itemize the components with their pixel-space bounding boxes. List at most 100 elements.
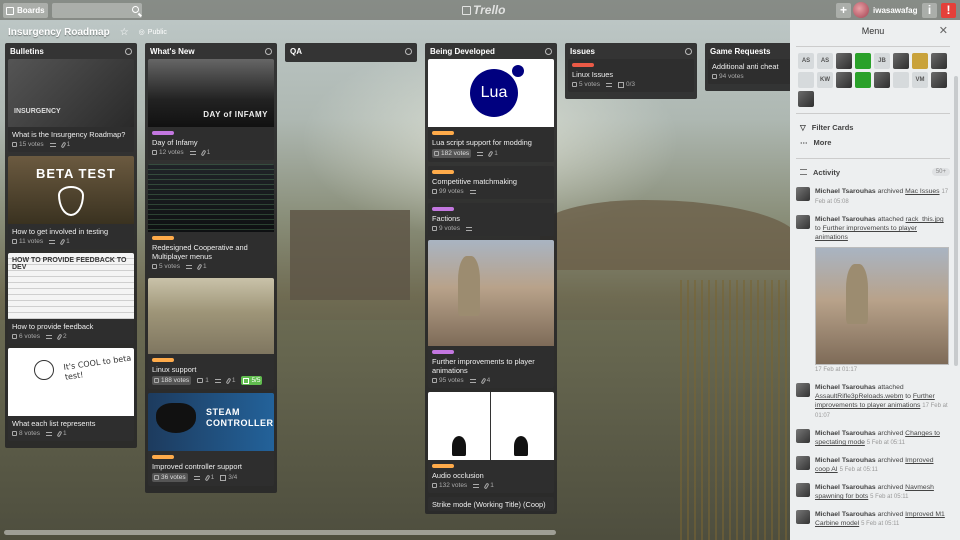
card[interactable]: INSURGENCY What is the Insurgency Roadma… xyxy=(8,59,134,152)
card[interactable]: It's COOL to beta test! What each list r… xyxy=(8,348,134,441)
activity-user[interactable]: Michael Tsarouhas xyxy=(815,430,876,437)
activity-user[interactable]: Michael Tsarouhas xyxy=(815,188,876,195)
trello-logo[interactable]: Trello xyxy=(462,3,505,17)
activity-count-badge[interactable]: 50+ xyxy=(931,168,950,176)
avatar[interactable] xyxy=(853,2,869,18)
card[interactable]: Redesigned Cooperative and Multiplayer m… xyxy=(148,164,274,274)
votes-badge: 15 votes xyxy=(12,141,44,148)
activity-attachment-image[interactable] xyxy=(815,247,949,365)
avatar[interactable] xyxy=(796,187,810,201)
list-menu-icon[interactable] xyxy=(125,47,132,55)
card[interactable]: HOW TO PROVIDE FEEDBACK TO DEV How to pr… xyxy=(8,253,134,344)
notifications-bell-icon[interactable]: ! xyxy=(941,3,956,18)
member-avatar[interactable] xyxy=(931,53,947,69)
list-title[interactable]: Bulletins xyxy=(10,47,44,56)
more-button[interactable]: ⋯ More xyxy=(796,135,950,150)
member-avatar[interactable] xyxy=(931,72,947,88)
activity-link[interactable]: Further improvements to player animation… xyxy=(815,225,917,241)
list-menu-icon[interactable] xyxy=(545,47,552,55)
activity-user[interactable]: Michael Tsarouhas xyxy=(815,484,876,491)
more-label: More xyxy=(813,138,832,147)
member-avatar[interactable]: KW xyxy=(817,72,833,88)
list-title[interactable]: QA xyxy=(290,47,302,56)
activity-link[interactable]: Mac Issues xyxy=(905,188,939,195)
card-title: Redesigned Cooperative and Multiplayer m… xyxy=(152,243,248,261)
filter-cards-button[interactable]: ▽ Filter Cards xyxy=(796,120,950,135)
card[interactable]: Lua Lua script support for modding 182 v… xyxy=(428,59,554,162)
activity-user[interactable]: Michael Tsarouhas xyxy=(815,511,876,518)
search-input[interactable] xyxy=(52,3,142,18)
list-title[interactable]: Issues xyxy=(570,47,595,56)
votes-count: 94 votes xyxy=(719,73,744,80)
member-avatar[interactable] xyxy=(912,53,928,69)
avatar[interactable] xyxy=(796,510,810,524)
avatar[interactable] xyxy=(796,215,810,229)
info-button[interactable]: i xyxy=(922,3,937,18)
activity-user[interactable]: Michael Tsarouhas xyxy=(815,384,876,391)
list-menu-icon[interactable] xyxy=(265,47,272,55)
card[interactable]: Audio occlusion 132 votes 1 xyxy=(428,392,554,493)
activity-link[interactable]: AssaultRifle3pReloads.webm xyxy=(815,393,903,400)
description-icon xyxy=(193,475,200,480)
list-title[interactable]: Game Requests xyxy=(710,47,770,56)
member-avatar[interactable]: AS xyxy=(817,53,833,69)
thumbs-up-icon xyxy=(432,483,437,488)
close-icon[interactable]: ✕ xyxy=(939,24,948,37)
list-title[interactable]: Being Developed xyxy=(430,47,495,56)
search-icon[interactable] xyxy=(132,6,139,13)
avatar[interactable] xyxy=(796,429,810,443)
avatar[interactable] xyxy=(796,456,810,470)
avatar[interactable] xyxy=(796,383,810,397)
star-icon[interactable]: ☆ xyxy=(120,27,129,38)
boards-button[interactable]: Boards xyxy=(3,3,48,18)
comment-icon xyxy=(197,378,204,383)
list-whats-new: What's New DAY of INFAMY Day of Infamy 1… xyxy=(145,43,277,493)
board-horizontal-scrollbar[interactable] xyxy=(4,530,556,535)
menu-scrollbar[interactable] xyxy=(954,76,958,366)
add-button[interactable]: + xyxy=(836,3,851,18)
board-title[interactable]: Insurgency Roadmap xyxy=(8,27,110,38)
attachment-icon xyxy=(483,482,490,489)
member-avatar[interactable] xyxy=(874,72,890,88)
member-avatar[interactable] xyxy=(893,53,909,69)
card[interactable]: STEAM CONTROLLER Improved controller sup… xyxy=(148,393,274,486)
activity-link[interactable]: rack_this.jpg xyxy=(906,216,944,223)
cover-text: DAY of INFAMY xyxy=(203,110,268,119)
member-avatar[interactable] xyxy=(798,72,814,88)
cover-text: STEAM CONTROLLER xyxy=(206,407,274,428)
list-title[interactable]: What's New xyxy=(150,47,195,56)
list-menu-icon[interactable] xyxy=(685,47,692,55)
user-menu[interactable]: iwasawafag xyxy=(853,2,917,18)
member-avatar[interactable] xyxy=(855,72,871,88)
attachment-count: 1 xyxy=(206,149,211,156)
card[interactable]: DAY of INFAMY Day of Infamy 12 votes 1 xyxy=(148,59,274,160)
member-avatar[interactable]: VM xyxy=(912,72,928,88)
list-menu-icon[interactable] xyxy=(405,47,412,55)
card-cover-image xyxy=(148,164,274,232)
votes-count: 5 votes xyxy=(159,263,180,270)
member-avatar[interactable] xyxy=(836,53,852,69)
member-avatar[interactable] xyxy=(855,53,871,69)
avatar[interactable] xyxy=(796,483,810,497)
card-cover-image xyxy=(428,392,554,460)
activity-user[interactable]: Michael Tsarouhas xyxy=(815,216,876,223)
checklist-badge: 5/5 xyxy=(241,376,263,385)
card[interactable]: Linux support 188 votes 1 1 5/5 xyxy=(148,278,274,389)
divider xyxy=(796,158,950,159)
activity-user[interactable]: Michael Tsarouhas xyxy=(815,457,876,464)
member-avatar[interactable] xyxy=(798,91,814,107)
checklist-badge: 0/3 xyxy=(617,81,635,88)
globe-icon: ◎ xyxy=(138,29,145,36)
activity-time: 5 Feb at 05:11 xyxy=(866,440,906,446)
member-avatar[interactable]: JB xyxy=(874,53,890,69)
card[interactable]: Factions 9 votes xyxy=(428,203,554,236)
card[interactable]: BETA TEST How to get involved in testing… xyxy=(8,156,134,249)
member-avatar[interactable] xyxy=(893,72,909,88)
card[interactable]: Competitive matchmaking 99 votes xyxy=(428,166,554,199)
member-avatar[interactable]: AS xyxy=(798,53,814,69)
visibility-button[interactable]: ◎ Public xyxy=(138,28,167,37)
card[interactable]: Linux Issues 5 votes 0/3 xyxy=(568,59,694,92)
member-avatar[interactable] xyxy=(836,72,852,88)
card[interactable]: Further improvements to player animation… xyxy=(428,240,554,388)
card[interactable]: Strike mode (Working Title) (Coop) xyxy=(428,497,554,511)
